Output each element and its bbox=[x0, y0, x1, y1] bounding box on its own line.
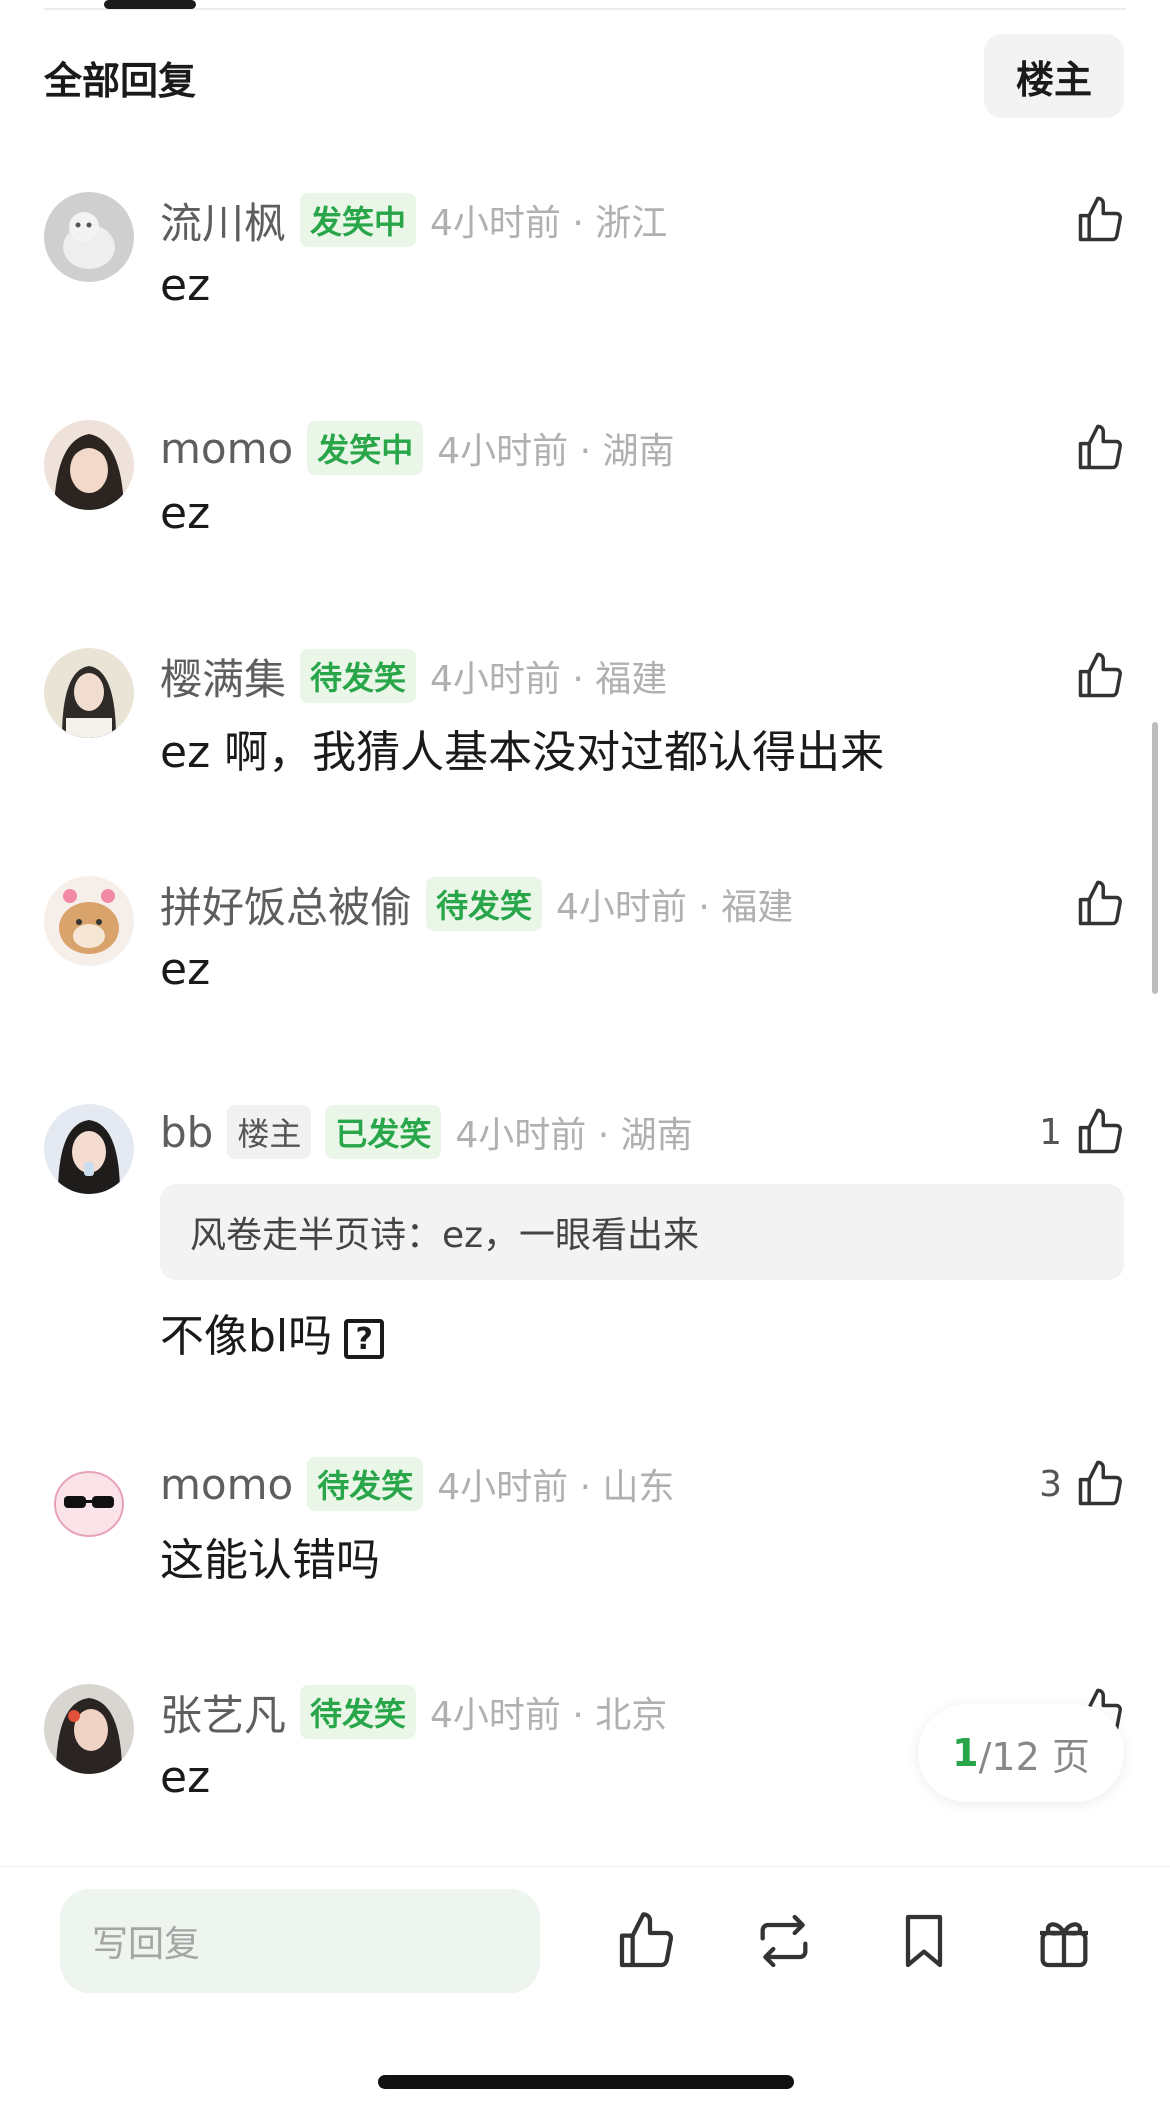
status-badge: 已发笑 bbox=[325, 1105, 442, 1159]
thumbs-up-icon bbox=[1078, 1108, 1122, 1154]
gift-icon[interactable] bbox=[1032, 1909, 1096, 1973]
thumbs-up-icon bbox=[1078, 196, 1122, 242]
time-location: 4小时前 · 福建 bbox=[430, 659, 668, 700]
comment-text: ez 啊，我猜人基本没对过都认得出来 bbox=[160, 727, 885, 778]
avatar[interactable] bbox=[44, 876, 134, 966]
comment-text: ez bbox=[160, 944, 211, 995]
comment-text: 不像bl吗? bbox=[160, 1300, 385, 1364]
status-badge: 待发笑 bbox=[426, 877, 543, 931]
avatar[interactable] bbox=[44, 420, 134, 510]
thumbs-up-icon bbox=[1078, 880, 1122, 926]
top-divider bbox=[44, 8, 1126, 10]
all-replies-title: 全部回复 bbox=[44, 59, 197, 103]
username[interactable]: 流川枫 bbox=[160, 190, 286, 251]
like-count: 3 bbox=[1039, 1463, 1062, 1505]
owner-filter-button[interactable]: 楼主 bbox=[984, 34, 1124, 118]
comment-text: ez bbox=[160, 260, 211, 311]
comment-text: ez bbox=[160, 1752, 211, 1803]
comment-text: 这能认错吗 bbox=[160, 1535, 380, 1586]
status-badge: 发笑中 bbox=[307, 421, 424, 475]
status-badge: 待发笑 bbox=[300, 1685, 417, 1739]
like-button[interactable]: 1 bbox=[1039, 1104, 1126, 1160]
repost-icon[interactable] bbox=[752, 1909, 816, 1973]
username[interactable]: 樱满集 bbox=[160, 646, 286, 707]
like-button[interactable] bbox=[1062, 420, 1126, 476]
current-page: 1 bbox=[952, 1731, 979, 1775]
avatar[interactable] bbox=[44, 648, 134, 738]
time-location: 4小时前 · 山东 bbox=[437, 1467, 675, 1508]
owner-badge: 楼主 bbox=[227, 1105, 312, 1159]
time-location: 4小时前 · 福建 bbox=[556, 887, 794, 928]
username[interactable]: 拼好饭总被偷 bbox=[160, 874, 412, 935]
scrollbar[interactable] bbox=[1152, 722, 1158, 994]
time-location: 4小时前 · 湖南 bbox=[455, 1115, 693, 1156]
like-button[interactable]: 3 bbox=[1039, 1456, 1126, 1512]
time-location: 4小时前 · 北京 bbox=[430, 1695, 668, 1736]
avatar[interactable] bbox=[44, 192, 134, 282]
avatar[interactable] bbox=[44, 1104, 134, 1194]
time-location: 4小时前 · 湖南 bbox=[437, 431, 675, 472]
username[interactable]: 张艺凡 bbox=[160, 1682, 286, 1743]
status-badge: 待发笑 bbox=[307, 1457, 424, 1511]
bookmark-icon[interactable] bbox=[892, 1909, 956, 1973]
like-button[interactable] bbox=[1062, 648, 1126, 704]
username[interactable]: bb bbox=[160, 1108, 213, 1157]
thumbs-up-icon[interactable] bbox=[614, 1909, 678, 1973]
avatar[interactable] bbox=[44, 1684, 134, 1774]
reply-input[interactable]: 写回复 bbox=[60, 1889, 540, 1993]
page-indicator[interactable]: 1/12 页 bbox=[918, 1704, 1124, 1802]
tab-indicator bbox=[104, 0, 196, 9]
total-pages: /12 页 bbox=[978, 1734, 1090, 1779]
avatar[interactable] bbox=[44, 1456, 134, 1546]
home-indicator bbox=[378, 2075, 794, 2089]
username[interactable]: momo bbox=[160, 1460, 293, 1509]
time-location: 4小时前 · 浙江 bbox=[430, 203, 668, 244]
like-button[interactable] bbox=[1062, 876, 1126, 932]
status-badge: 待发笑 bbox=[300, 649, 417, 703]
comment-text-content: 不像bl吗 bbox=[160, 1311, 333, 1362]
thumbs-up-icon bbox=[1078, 652, 1122, 698]
thumbs-up-icon bbox=[1078, 1460, 1122, 1506]
username[interactable]: momo bbox=[160, 424, 293, 473]
question-mark-emoji-icon: ? bbox=[344, 1319, 385, 1359]
bottom-action-bar: 写回复 bbox=[0, 1866, 1170, 2117]
quoted-reply[interactable]: 风卷走半页诗：ez，一眼看出来 bbox=[160, 1184, 1124, 1280]
like-button[interactable] bbox=[1062, 192, 1126, 248]
status-badge: 发笑中 bbox=[300, 193, 417, 247]
thumbs-up-icon bbox=[1078, 424, 1122, 470]
like-count: 1 bbox=[1039, 1111, 1062, 1153]
comment-text: ez bbox=[160, 488, 211, 539]
